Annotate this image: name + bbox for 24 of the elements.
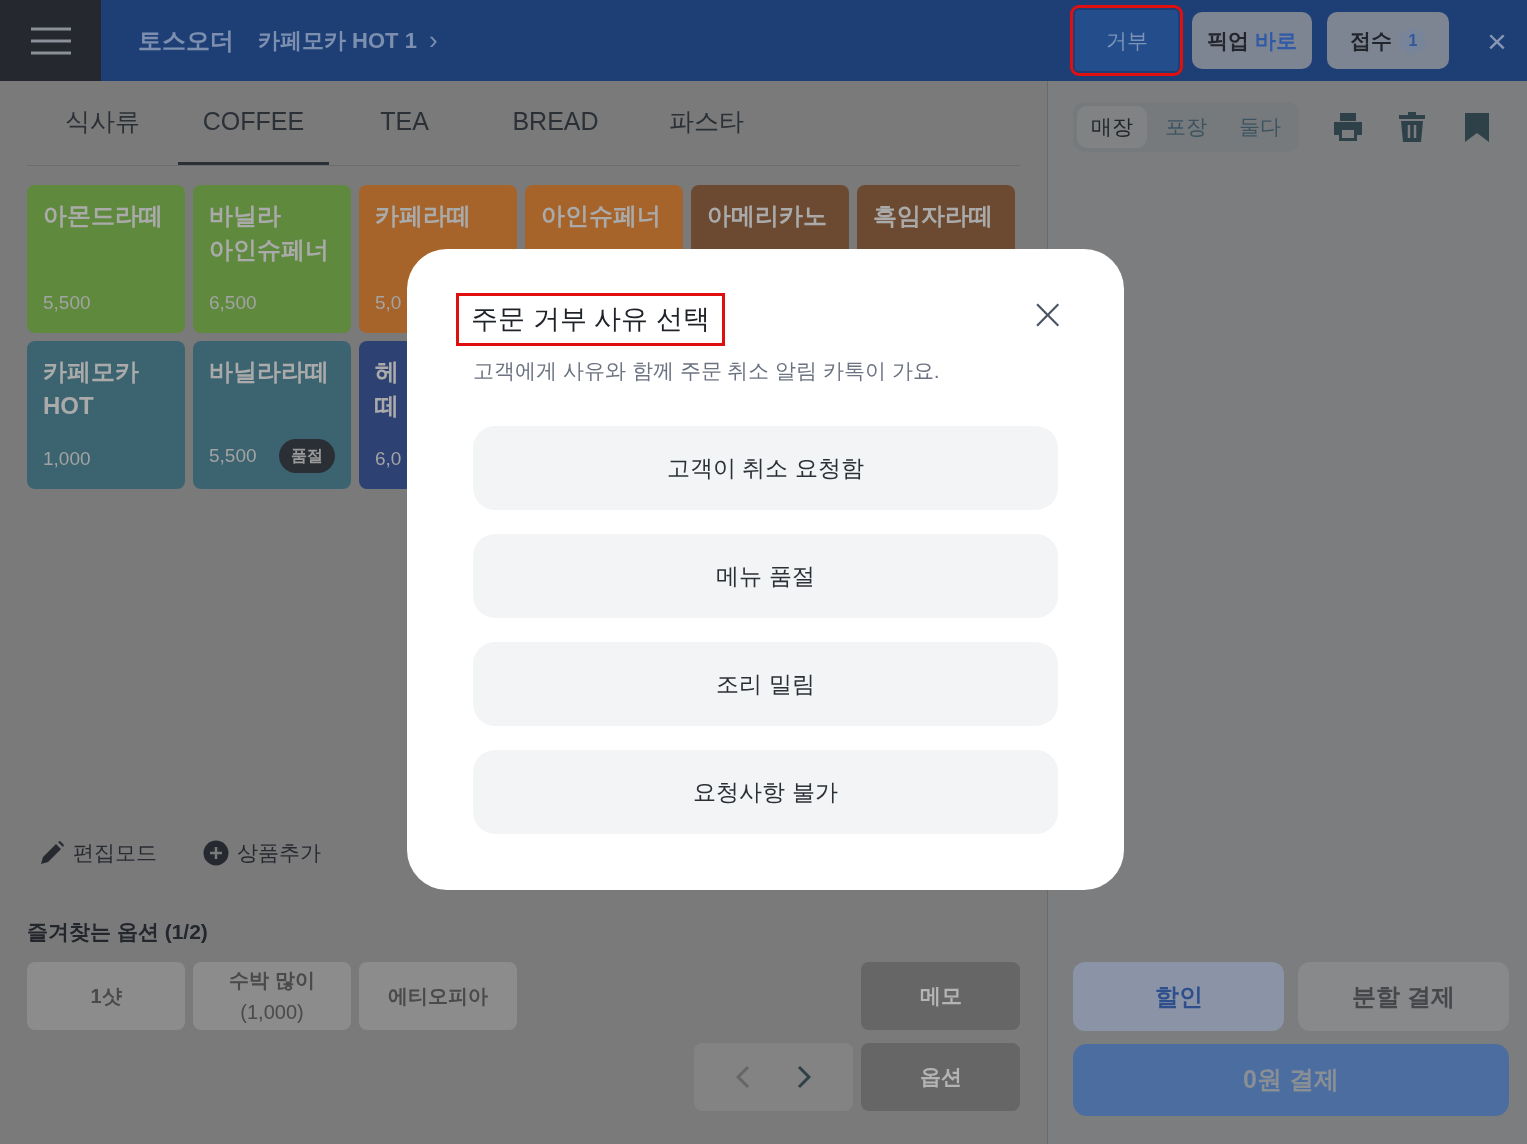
product-name: 아인슈페너 — [541, 201, 661, 231]
product-name: 헤 — [375, 357, 399, 387]
dialog-subtitle: 고객에게 사유와 함께 주문 취소 알림 카톡이 가요. — [473, 357, 941, 384]
product-name: 아인슈페너 — [209, 235, 329, 265]
product-name: HOT — [43, 391, 94, 421]
product-price: 6,500 — [209, 290, 257, 315]
section-title: 즐겨찾는 옵션 (1/2) — [27, 919, 209, 945]
product-name: 카페라떼 — [375, 201, 471, 231]
product-name: 아몬드라떼 — [43, 201, 163, 231]
product-name: 떼 — [375, 391, 399, 421]
product-price: 5,500 — [43, 290, 91, 315]
product-name: 흑임자라떼 — [873, 201, 993, 231]
product-name: 바닐라라떼 — [209, 357, 329, 387]
product-name: 카페모카 — [43, 357, 139, 387]
product-price: 5,500 — [209, 443, 257, 468]
product-price: 1,000 — [43, 446, 91, 471]
product-price: 6,0 — [375, 446, 402, 471]
sold-out-badge: 품절 — [279, 439, 335, 473]
dialog-title: 주문 거부 사유 선택 — [459, 296, 722, 343]
product-name: 바닐라 — [209, 201, 281, 231]
product-price: 5,0 — [375, 290, 402, 315]
product-name: 아메리카노 — [707, 201, 827, 231]
count-badge: 1 — [1400, 27, 1426, 54]
brand-title: 토스오더 — [138, 25, 234, 56]
